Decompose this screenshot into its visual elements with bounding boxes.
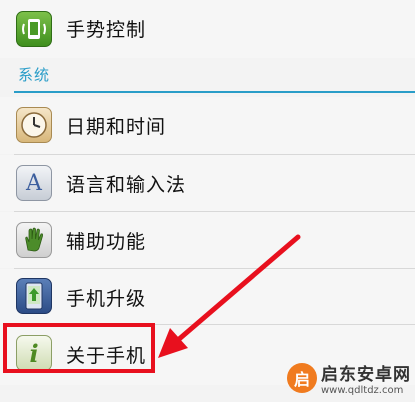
watermark-url: www.qdltdz.com [321,385,404,396]
settings-item-gesture-control[interactable]: 手势控制 [0,0,415,58]
settings-item-date-time[interactable]: 日期和时间 [0,97,415,154]
language-a-icon: A [16,165,52,201]
highlight-box [3,323,155,373]
settings-item-label: 手机升级 [66,288,147,310]
settings-item-label: 辅助功能 [66,231,147,253]
settings-item-accessibility[interactable]: 辅助功能 [0,212,415,268]
section-divider [14,91,415,93]
settings-item-phone-upgrade[interactable]: 手机升级 [0,269,415,324]
settings-item-language-input[interactable]: A 语言和输入法 [0,155,415,211]
hand-icon [16,222,52,258]
settings-item-label: 语言和输入法 [66,174,187,196]
watermark-title: 启东安卓网 [321,365,411,385]
gesture-control-icon [16,11,52,47]
settings-item-label: 手势控制 [66,19,147,41]
section-header-system: 系统 [18,66,51,84]
watermark: 启 启东安卓网 www.qdltdz.com [287,360,411,396]
watermark-logo-icon: 启 [287,363,317,393]
clock-icon [16,107,52,143]
phone-upgrade-icon [16,278,52,314]
settings-item-label: 日期和时间 [66,116,167,138]
